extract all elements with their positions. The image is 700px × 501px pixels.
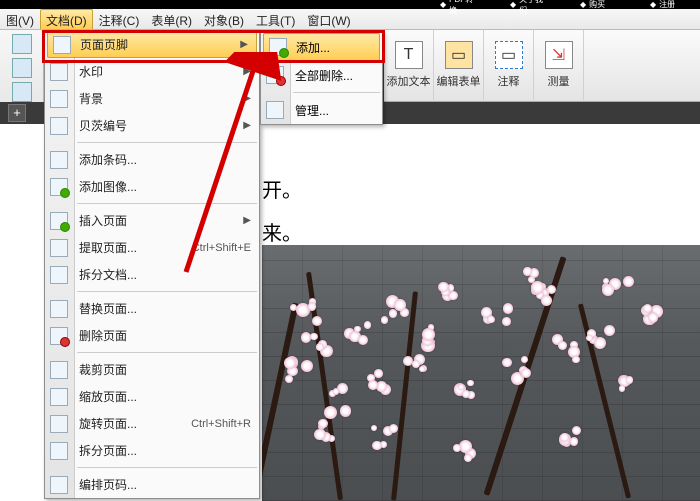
rotate-page-icon xyxy=(50,415,68,433)
menu-item[interactable]: 拆分页面... xyxy=(45,437,259,464)
ribbon-add-text[interactable]: T添加文本 xyxy=(384,30,434,100)
bates-icon xyxy=(50,117,68,135)
title-actions: ◆PDF转换 ◆关于我们 ◆购买 ◆注册 xyxy=(440,0,700,9)
menu-item-label: 添加图像... xyxy=(79,178,137,195)
image-icon xyxy=(50,178,68,196)
menu-view[interactable]: 图(V) xyxy=(0,9,40,29)
menu-item-label: 替换页面... xyxy=(79,300,137,317)
form-icon: ▭ xyxy=(445,41,473,69)
submenu-item[interactable]: 全部删除... xyxy=(261,61,382,89)
menu-item-label: 缩放页面... xyxy=(79,388,137,405)
menu-item[interactable]: 背景 ▶ xyxy=(45,85,259,112)
submenu-arrow-icon: ▶ xyxy=(243,66,251,77)
zoom-page-icon xyxy=(50,388,68,406)
menu-item[interactable]: 替换页面... xyxy=(45,295,259,322)
menu-item[interactable]: 提取页面... Ctrl+Shift+E xyxy=(45,234,259,261)
split-page-icon xyxy=(50,442,68,460)
menu-item-label: 编排页码... xyxy=(79,476,137,493)
ribbon-annotate[interactable]: ▭注释 xyxy=(484,30,534,100)
menu-window[interactable]: 窗口(W) xyxy=(301,9,356,29)
tool-icon[interactable] xyxy=(12,34,32,54)
menu-item-label: 插入页面 xyxy=(79,212,127,229)
page-number-icon xyxy=(50,476,68,494)
document-image: /*placeholder*/ xyxy=(262,245,700,501)
menu-item[interactable]: 编排页码... xyxy=(45,471,259,498)
menu-item[interactable]: 添加条码... xyxy=(45,146,259,173)
text-line: 开。 xyxy=(262,174,700,203)
menu-item-label: 贝茨编号 xyxy=(79,117,127,134)
menu-item[interactable]: 页面页脚 ▶ xyxy=(47,31,257,58)
menu-form[interactable]: 表单(R) xyxy=(145,9,198,29)
menu-item-label: 拆分页面... xyxy=(79,442,137,459)
text-line: 来。 xyxy=(262,217,700,246)
menu-item[interactable]: 水印 ▶ xyxy=(45,58,259,85)
menu-item[interactable]: 插入页面 ▶ xyxy=(45,207,259,234)
ribbon: T添加文本 ▭编辑表单 ▭注释 ⇲测量 xyxy=(384,30,700,102)
menu-item-label: 添加条码... xyxy=(79,151,137,168)
menu-document[interactable]: 文档(D) xyxy=(40,9,93,29)
replace-page-icon xyxy=(50,300,68,318)
menu-item-label: 提取页面... xyxy=(79,239,137,256)
menu-item-label: 旋转页面... xyxy=(79,415,137,432)
menu-comment[interactable]: 注释(C) xyxy=(93,9,146,29)
submenu-item[interactable]: 管理... xyxy=(261,96,382,124)
menu-item[interactable]: 删除页面 xyxy=(45,322,259,349)
submenu-arrow-icon: ▶ xyxy=(243,120,251,131)
submenu-arrow-icon: ▶ xyxy=(243,93,251,104)
submenu-arrow-icon: ▶ xyxy=(243,215,251,226)
title-action[interactable]: ◆关于我们 xyxy=(510,0,550,9)
submenu-item-label: 添加... xyxy=(296,39,330,56)
tool-icon[interactable] xyxy=(12,58,32,78)
header-footer-submenu: 添加... 全部删除... 管理... xyxy=(260,32,383,125)
menu-item[interactable]: 添加图像... xyxy=(45,173,259,200)
text-icon: T xyxy=(395,41,423,69)
menu-item-label: 背景 xyxy=(79,90,103,107)
menu-item[interactable]: 贝茨编号 ▶ xyxy=(45,112,259,139)
menu-tool[interactable]: 工具(T) xyxy=(250,9,301,29)
barcode-icon xyxy=(50,151,68,169)
annotate-icon: ▭ xyxy=(495,41,523,69)
menu-item[interactable]: 裁剪页面 xyxy=(45,356,259,383)
document-dropdown: 页面页脚 ▶ 水印 ▶ 背景 ▶ 贝茨编号 ▶ 添加条码... 添加图像... 插入页面 ▶ 提取页面.… xyxy=(44,30,260,499)
title-action[interactable]: ◆购买 xyxy=(580,0,620,9)
crop-page-icon xyxy=(50,361,68,379)
menu-item[interactable]: 旋转页面... Ctrl+Shift+R xyxy=(45,410,259,437)
submenu-item-label: 全部删除... xyxy=(295,67,353,84)
menu-item[interactable]: 缩放页面... xyxy=(45,383,259,410)
add-icon xyxy=(269,38,287,56)
ribbon-edit-form[interactable]: ▭编辑表单 xyxy=(434,30,484,100)
background-icon xyxy=(50,90,68,108)
submenu-arrow-icon: ▶ xyxy=(240,39,248,50)
measure-icon: ⇲ xyxy=(545,41,573,69)
submenu-item-label: 管理... xyxy=(295,102,329,119)
title-action[interactable]: ◆PDF转换 xyxy=(440,0,480,9)
watermark-icon xyxy=(50,63,68,81)
menu-item-label: 页面页脚 xyxy=(80,36,128,53)
menu-object[interactable]: 对象(B) xyxy=(198,9,250,29)
menu-item[interactable]: 拆分文档... xyxy=(45,261,259,288)
new-tab-button[interactable]: + xyxy=(8,104,26,122)
title-action[interactable]: ◆注册 xyxy=(650,0,690,9)
ribbon-measure[interactable]: ⇲测量 xyxy=(534,30,584,100)
manage-icon xyxy=(266,101,284,119)
submenu-item[interactable]: 添加... xyxy=(263,33,380,61)
split-doc-icon xyxy=(50,266,68,284)
menu-item-label: 拆分文档... xyxy=(79,266,137,283)
menu-item-label: 水印 xyxy=(79,63,103,80)
insert-page-icon xyxy=(50,212,68,230)
menu-item-label: 裁剪页面 xyxy=(79,361,127,378)
extract-page-icon xyxy=(50,239,68,257)
shortcut-label: Ctrl+Shift+R xyxy=(191,418,251,430)
delete-page-icon xyxy=(50,327,68,345)
shortcut-label: Ctrl+Shift+E xyxy=(192,242,251,254)
delete-all-icon xyxy=(266,66,284,84)
tool-icon[interactable] xyxy=(12,82,32,102)
menu-item-label: 删除页面 xyxy=(79,327,127,344)
page-hf-icon xyxy=(53,36,71,54)
menubar: 图(V) 文档(D) 注释(C) 表单(R) 对象(B) 工具(T) 窗口(W) xyxy=(0,9,700,30)
